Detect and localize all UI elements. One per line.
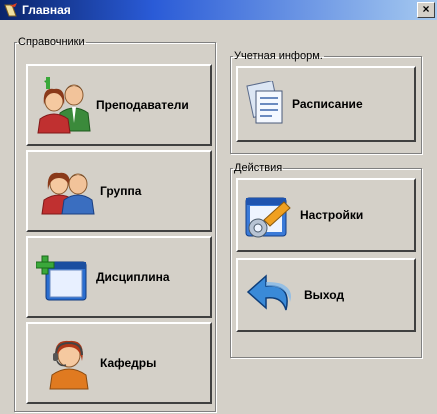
group-button-label: Группа [100,184,142,198]
group-account-legend: Учетная информ. [234,50,323,62]
teachers-button-label: Преподаватели [96,98,189,112]
group-references-legend: Справочники [18,36,85,48]
exit-icon [246,274,291,311]
teachers-button[interactable]: Преподаватели [26,64,212,146]
close-button[interactable]: × [417,2,435,18]
schedule-button-label: Расписание [292,97,363,111]
group-actions-legend: Действия [234,162,283,174]
window-title: Главная [22,3,71,17]
settings-button[interactable]: Настройки [236,178,416,252]
group-button[interactable]: Группа [26,150,212,232]
departments-button[interactable]: Кафедры [26,322,212,404]
title-bar: Главная × [0,0,437,20]
schedule-button[interactable]: Расписание [236,66,416,142]
discipline-icon [36,255,87,301]
main-window: Справочники Преподаватели Группа Дисципл… [0,20,437,414]
settings-icon [245,197,291,238]
departments-icon [49,340,89,390]
settings-button-label: Настройки [300,208,364,222]
app-icon [4,3,17,17]
exit-button-label: Выход [304,288,345,302]
departments-button-label: Кафедры [100,356,157,370]
discipline-button-label: Дисциплина [96,270,170,284]
group-icon [41,172,95,215]
schedule-icon [246,81,283,124]
exit-button[interactable]: Выход [236,258,416,332]
teachers-icon [37,77,91,134]
discipline-button[interactable]: Дисциплина [26,236,212,318]
